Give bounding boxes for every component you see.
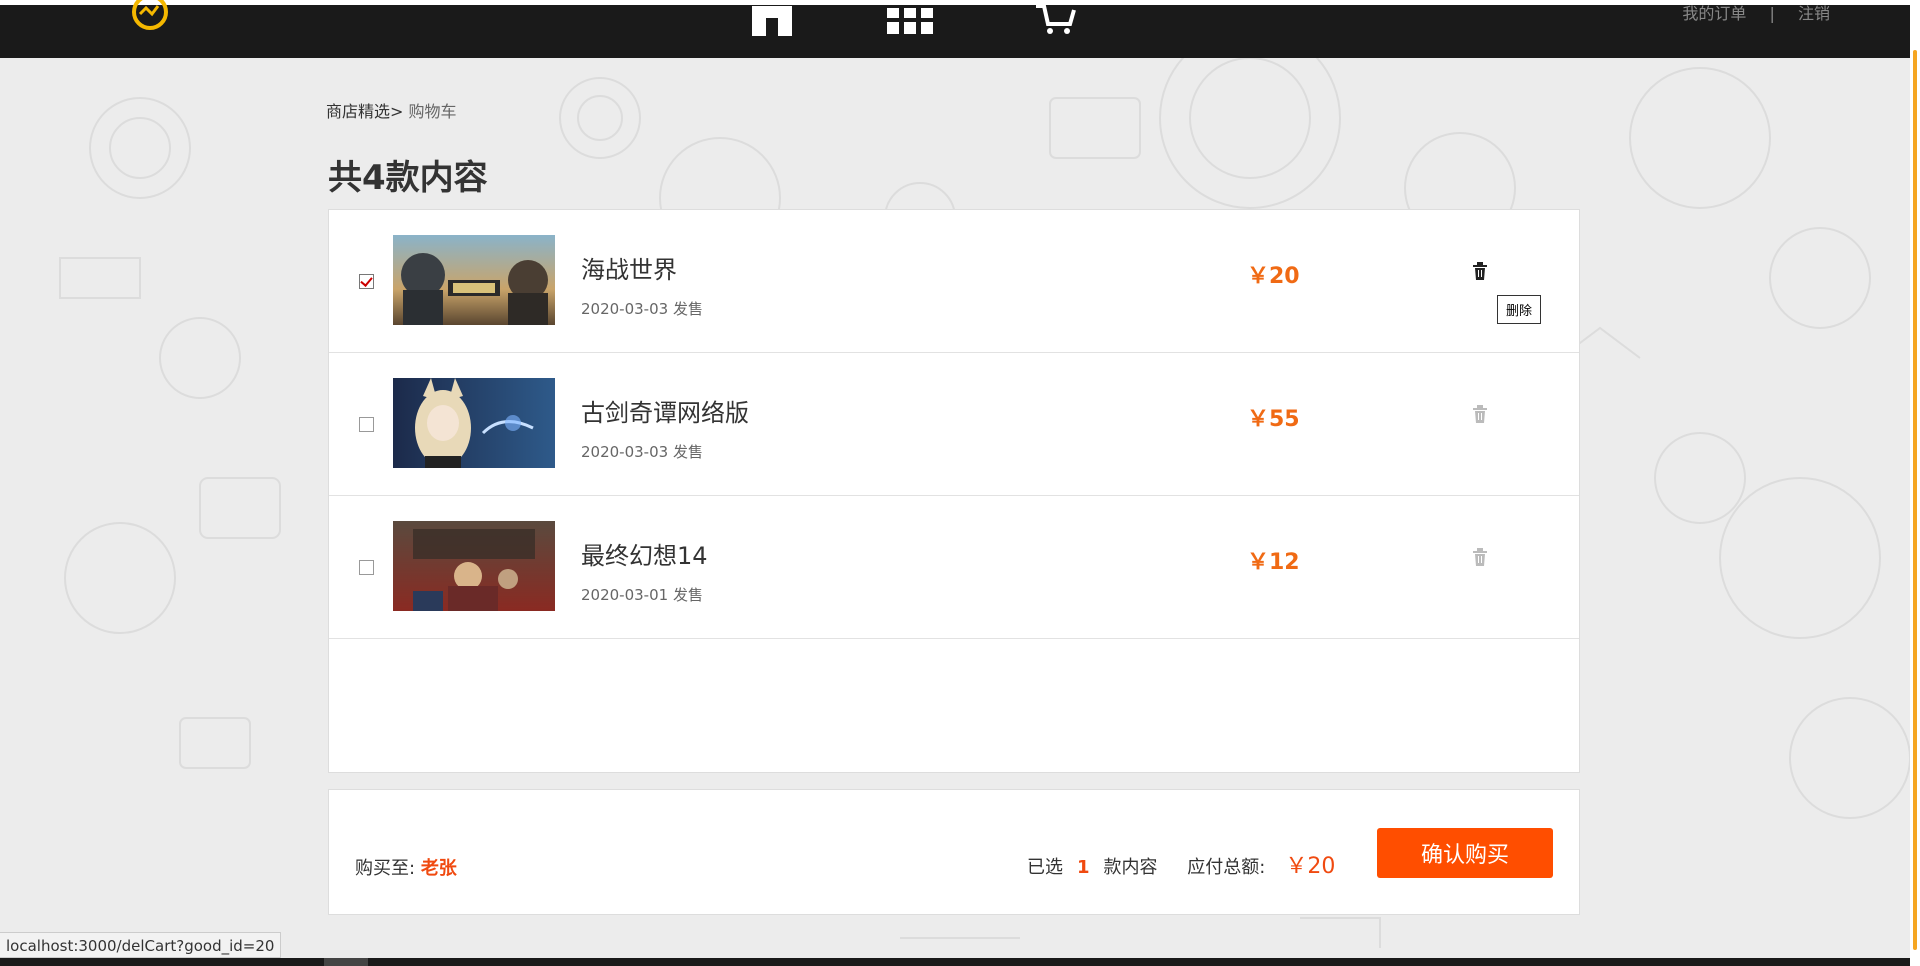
game-title[interactable]: 古剑奇谭网络版 <box>581 393 749 428</box>
item-price: ￥55 <box>1247 407 1300 432</box>
game-thumbnail[interactable] <box>393 378 555 468</box>
buy-to-label: 购买至: <box>355 858 416 879</box>
page-title: 共4款内容 <box>328 158 488 198</box>
breadcrumb: 商店精选> 购物车 <box>326 98 457 122</box>
selected-suffix: 款内容 <box>1103 857 1158 878</box>
confirm-purchase-button[interactable]: 确认购买 <box>1377 828 1553 878</box>
cart-icon[interactable] <box>1034 0 1078 36</box>
bottom-bar-mark <box>324 958 368 966</box>
trash-icon[interactable] <box>1472 262 1488 280</box>
my-orders-link[interactable]: 我的订单 <box>1682 0 1746 24</box>
selected-count: 1 <box>1077 857 1090 878</box>
item-checkbox[interactable] <box>359 274 374 289</box>
top-links-separator: | <box>1769 4 1775 23</box>
recipient-name[interactable]: 老张 <box>421 858 457 879</box>
item-price: ￥20 <box>1247 264 1300 289</box>
item-checkbox[interactable] <box>359 417 374 432</box>
selected-label: 已选 <box>1027 857 1063 878</box>
scrollbar-thumb[interactable] <box>1913 50 1917 950</box>
game-title[interactable]: 最终幻想14 <box>581 536 708 571</box>
top-links: 我的订单 | 注销 <box>1682 0 1830 24</box>
trash-icon[interactable] <box>1472 405 1488 423</box>
browser-edge <box>0 0 1910 5</box>
logout-link[interactable]: 注销 <box>1798 0 1830 24</box>
buy-to: 购买至: 老张 <box>355 854 457 880</box>
cart-item: 最终幻想14 2020-03-01 发售 ￥12 <box>329 496 1579 639</box>
logo-icon[interactable] <box>130 0 170 36</box>
order-summary: 已选 1 款内容 应付总额: ￥20 <box>1027 848 1335 880</box>
top-navbar: 我的订单 | 注销 <box>0 0 1910 58</box>
release-date: 2020-03-03 发售 <box>581 300 703 318</box>
cart-list: 海战世界 2020-03-03 发售 ￥20 删除 古剑奇谭网络版 2020-0… <box>328 209 1580 773</box>
grid-icon[interactable] <box>886 0 934 36</box>
home-icon[interactable] <box>748 0 796 36</box>
item-checkbox[interactable] <box>359 560 374 575</box>
checkout-bar: 购买至: 老张 已选 1 款内容 应付总额: ￥20 确认购买 <box>328 789 1580 915</box>
cart-item: 海战世界 2020-03-03 发售 ￥20 删除 <box>329 210 1579 353</box>
bottom-bar <box>0 958 1910 966</box>
game-title[interactable]: 海战世界 <box>581 250 677 285</box>
breadcrumb-separator: > <box>390 102 404 121</box>
game-thumbnail[interactable] <box>393 235 555 325</box>
delete-tooltip: 删除 <box>1497 295 1542 324</box>
cart-item: 古剑奇谭网络版 2020-03-03 发售 ￥55 <box>329 353 1579 496</box>
breadcrumb-root[interactable]: 商店精选 <box>326 102 390 121</box>
game-thumbnail[interactable] <box>393 521 555 611</box>
breadcrumb-current: 购物车 <box>408 102 457 121</box>
vertical-scrollbar[interactable] <box>1910 0 1920 966</box>
total-amount: ￥20 <box>1285 854 1336 879</box>
item-price: ￥12 <box>1247 550 1300 575</box>
status-bar-url: localhost:3000/delCart?good_id=20 <box>0 932 282 958</box>
release-date: 2020-03-01 发售 <box>581 586 703 604</box>
trash-icon[interactable] <box>1472 548 1488 566</box>
release-date: 2020-03-03 发售 <box>581 443 703 461</box>
total-label: 应付总额: <box>1187 857 1266 878</box>
